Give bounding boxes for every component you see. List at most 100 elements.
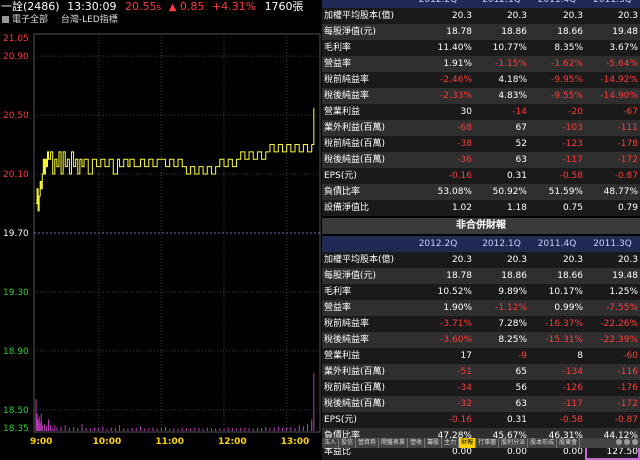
- row-label: 營業利益: [324, 351, 361, 361]
- footer-tab[interactable]: 行事曆: [476, 438, 500, 448]
- table-cell: 4.18%: [498, 75, 527, 85]
- table-row[interactable]: 每股淨值(元) 18.78 18.86 18.66 19.48: [322, 268, 640, 284]
- table-cell: -7.55%: [606, 303, 638, 313]
- table-row[interactable]: 業外利益(百萬) -68 67 -103 -111: [322, 120, 640, 136]
- standalone-header-row: 2012.2Q 2012.1Q 2011.4Q 2011.3Q: [322, 236, 640, 252]
- table-row[interactable]: 業外利益(百萬) -51 65 -134 -116: [322, 364, 640, 380]
- sector-label[interactable]: 電子全部: [12, 15, 48, 25]
- table-cell: 48.77%: [603, 187, 638, 197]
- total-volume: 1760張: [264, 0, 304, 13]
- table-row[interactable]: EPS(元) -0.16 0.31 -0.58 -0.87: [322, 168, 640, 184]
- index-label[interactable]: 台灣-LED指標: [61, 15, 118, 25]
- footer-tab[interactable]: 營資券: [356, 438, 380, 448]
- table-cell: 10.17%: [548, 287, 583, 297]
- table-cell: -3.60%: [440, 335, 472, 345]
- table-cell: 30: [460, 107, 472, 117]
- table-row[interactable]: 稅後純益(百萬) -32 63 -117 -172: [322, 396, 640, 412]
- row-label: 業外利益(百萬): [324, 123, 386, 133]
- row-label: 營益率: [324, 59, 352, 69]
- footer-tab[interactable]: 股東會: [557, 438, 581, 448]
- footer-tab[interactable]: 股利分派: [499, 438, 529, 448]
- table-row[interactable]: 營益率 1.90% -1.12% 0.99% -7.55%: [322, 300, 640, 316]
- footer-tab[interactable]: 股本形成: [528, 438, 558, 448]
- table-cell: -60: [623, 351, 638, 361]
- table-row[interactable]: 營益率 1.91% -1.15% -1.62% -5.64%: [322, 56, 640, 72]
- table-row[interactable]: 毛利率 10.52% 9.89% 10.17% 1.25%: [322, 284, 640, 300]
- footer-tab[interactable]: 營收: [408, 438, 426, 448]
- x-tick-label: 9:00: [30, 437, 52, 447]
- table-cell: -0.58: [559, 171, 583, 181]
- financial-table: 2012.2Q 2012.1Q 2011.4Q 2011.3Q 加權平均股本(億) 20.…: [322, 0, 640, 460]
- table-cell: -36: [457, 155, 472, 165]
- table-row[interactable]: EPS(元) -0.16 0.31 -0.58 -0.87: [322, 412, 640, 428]
- table-cell: -32: [457, 399, 472, 409]
- y-tick-label: 19.30: [3, 288, 29, 298]
- row-label: EPS(元): [324, 171, 357, 181]
- table-row[interactable]: 每股淨值(元) 18.78 18.86 18.66 19.48: [322, 24, 640, 40]
- footer-tab[interactable]: 投信: [339, 438, 357, 448]
- table-row[interactable]: 稅前純益率 -3.71% 7.28% -16.37% -22.26%: [322, 316, 640, 332]
- row-label: 稅前純益率: [324, 319, 370, 329]
- footer-tabs: 法人 投信 營資券 開盤表單 營收 籌股 主力 財報 行事曆 股利分派 股本形成 股東會: [322, 438, 640, 448]
- row-label: 加權平均股本(億): [324, 255, 395, 265]
- table-row[interactable]: 加權平均股本(億) 20.3 20.3 20.3 20.3: [322, 8, 640, 24]
- table-cell: -1.62%: [551, 59, 583, 69]
- table-cell: 18.86: [501, 271, 527, 281]
- scroll-dot-icon[interactable]: [624, 439, 630, 445]
- row-label: 設備淨值比: [324, 203, 370, 213]
- table-row[interactable]: 營業利益 17 -9 8 -60: [322, 348, 640, 364]
- table-cell: -2.33%: [440, 91, 472, 101]
- period-header: 2012.1Q: [482, 0, 521, 5]
- table-cell: -14: [512, 107, 527, 117]
- table-cell: 20.3: [506, 11, 527, 21]
- table-row[interactable]: 稅前純益率 -2.46% 4.18% -9.95% -14.92%: [322, 72, 640, 88]
- period-header: 2012.2Q: [418, 0, 458, 5]
- footer-tab[interactable]: 籌股: [425, 438, 443, 448]
- table-row[interactable]: 稅前純益(百萬) -34 56 -126 -176: [322, 380, 640, 396]
- square-icon: [2, 16, 9, 23]
- row-label: 毛利率: [324, 43, 352, 53]
- table-row[interactable]: 稅後純益(百萬) -36 63 -117 -172: [322, 152, 640, 168]
- row-label: 每股淨值(元): [324, 271, 377, 281]
- table-row[interactable]: 稅後純益率 -2.33% 4.83% -9.55% -14.90%: [322, 88, 640, 104]
- table-cell: 20.3: [617, 255, 638, 265]
- table-cell: 20.3: [451, 255, 472, 265]
- footer-tab[interactable]: 法人: [322, 438, 340, 448]
- table-cell: -14.90%: [600, 91, 638, 101]
- table-cell: 53.08%: [437, 187, 472, 197]
- scroll-controls[interactable]: [614, 439, 638, 448]
- footer-tab[interactable]: 財報: [459, 438, 477, 448]
- table-cell: 20.3: [562, 11, 583, 21]
- table-row[interactable]: 設備淨值比 1.02 1.18 0.75 0.79: [322, 200, 640, 216]
- table-cell: 56: [515, 383, 527, 393]
- stock-name[interactable]: 一詮(2486): [1, 0, 60, 14]
- table-cell: 18.78: [446, 271, 472, 281]
- table-cell: -9.95%: [551, 75, 583, 85]
- sector-bar: 電子全部 台灣-LED指標: [0, 14, 322, 27]
- row-label: 稅後純益率: [324, 335, 370, 345]
- table-cell: -1.12%: [495, 303, 527, 313]
- table-cell: -111: [617, 123, 638, 133]
- table-cell: -15.31%: [545, 335, 583, 345]
- table-cell: -3.71%: [440, 319, 472, 329]
- table-row[interactable]: 營業利益 30 -14 -20 -67: [322, 104, 640, 120]
- table-row[interactable]: 稅前純益(百萬) -38 52 -123 -178: [322, 136, 640, 152]
- scroll-dot-icon[interactable]: [632, 439, 638, 445]
- table-cell: -116: [617, 367, 638, 377]
- table-cell: 20.3: [617, 11, 638, 21]
- scroll-dot-icon[interactable]: [616, 439, 622, 445]
- table-cell: 0.79: [617, 203, 638, 213]
- intraday-chart[interactable]: 21.05 20.90 20.50 20.10 19.70 19.30 18.90 18.50…: [0, 28, 322, 448]
- x-tick-label: 13:00: [281, 437, 310, 447]
- table-row[interactable]: 負債比率 53.08% 50.92% 51.59% 48.77%: [322, 184, 640, 200]
- footer-tab[interactable]: 主力: [442, 438, 460, 448]
- intraday-chart-svg[interactable]: 21.05 20.90 20.50 20.10 19.70 19.30 18.90 18.50…: [0, 28, 322, 448]
- table-row[interactable]: 加權平均股本(億) 20.3 20.3 20.3 20.3: [322, 252, 640, 268]
- table-row[interactable]: 毛利率 11.40% 10.77% 8.35% 3.67%: [322, 40, 640, 56]
- plot-frame: [33, 33, 321, 433]
- table-row[interactable]: 稅後純益率 -3.60% 8.25% -15.31% -22.39%: [322, 332, 640, 348]
- row-label: 稅後純益率: [324, 91, 370, 101]
- period-header: 2011.4Q: [537, 0, 577, 5]
- footer-tab[interactable]: 開盤表單: [379, 438, 409, 448]
- table-cell: -117: [562, 399, 583, 409]
